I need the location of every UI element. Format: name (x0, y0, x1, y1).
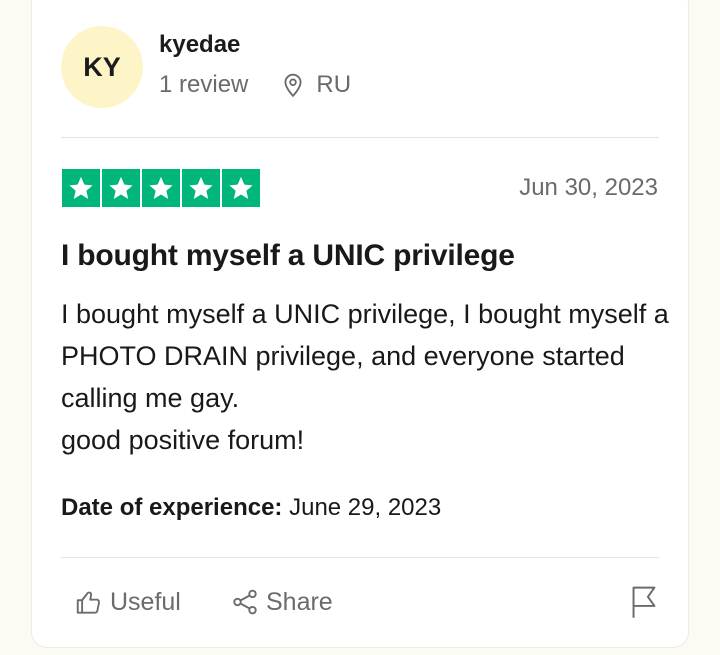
useful-button[interactable]: Useful (74, 587, 181, 617)
star-icon (62, 169, 100, 207)
avatar-initials: KY (83, 51, 121, 82)
date-of-experience: Date of experience: June 29, 2023 (61, 494, 441, 522)
map-pin-icon (280, 72, 306, 98)
reviewer-meta: 1 review RU (159, 71, 351, 99)
review-count: 1 review (159, 71, 249, 98)
experience-date: June 29, 2023 (282, 494, 442, 521)
star-icon (182, 169, 220, 207)
useful-label: Useful (110, 587, 181, 616)
review-body: I bought myself a UNIC privilege, I boug… (61, 293, 671, 461)
review-date: Jun 30, 2023 (519, 174, 658, 201)
flag-icon (632, 586, 656, 618)
review-body-line: I bought myself a UNIC privilege, I boug… (61, 299, 669, 413)
divider-top (61, 137, 659, 138)
star-rating (62, 169, 260, 207)
report-flag-button[interactable] (628, 585, 660, 624)
star-icon (142, 169, 180, 207)
experience-label: Date of experience: (61, 494, 283, 521)
divider-bottom (61, 557, 659, 558)
reviewer-name[interactable]: kyedae (159, 31, 240, 59)
review-body-line: good positive forum! (61, 425, 305, 455)
star-icon (222, 169, 260, 207)
share-label: Share (266, 587, 333, 616)
star-icon (102, 169, 140, 207)
avatar[interactable]: KY (61, 26, 143, 108)
share-icon (233, 589, 257, 615)
reviewer-country: RU (316, 71, 352, 98)
review-title[interactable]: I bought myself a UNIC privilege (61, 239, 515, 273)
share-button[interactable]: Share (230, 587, 333, 617)
thumbs-up-icon (76, 591, 100, 614)
